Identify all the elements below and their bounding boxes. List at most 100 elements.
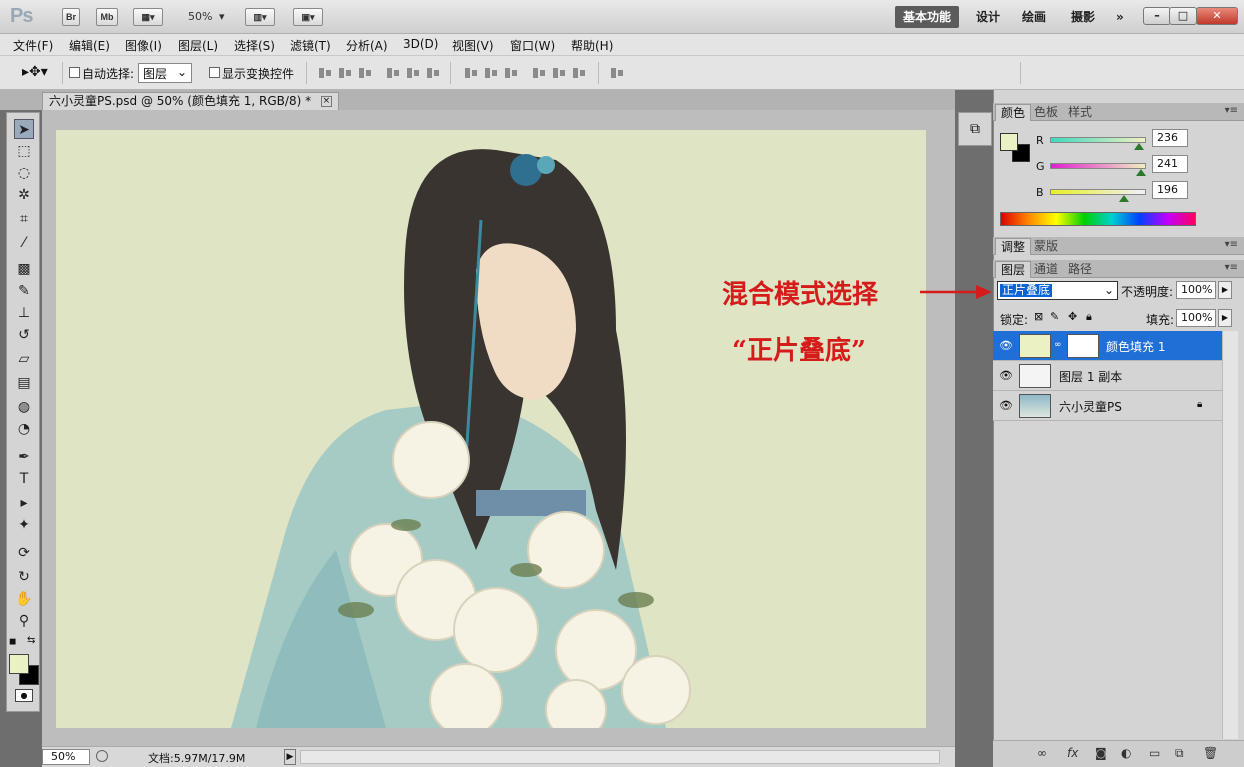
workspace-photography[interactable]: 摄影 — [1063, 6, 1103, 28]
zoom-tool-icon[interactable]: ⚲ — [14, 611, 34, 631]
panel-menu-icon[interactable]: ▾≡ — [1225, 239, 1238, 250]
status-menu-arrow-icon[interactable]: ▶ — [284, 749, 296, 765]
distribute-right-icon[interactable] — [572, 66, 586, 80]
channel-g-thumb[interactable] — [1135, 169, 1146, 176]
pen-tool-icon[interactable]: ✒ — [14, 447, 34, 467]
brush-tool-icon[interactable]: ✎ — [14, 281, 34, 301]
zoom-level-display[interactable]: 50% — [188, 10, 212, 23]
link-icon[interactable]: ∞ — [1054, 340, 1062, 350]
distribute-hcenter-icon[interactable] — [552, 66, 566, 80]
crop-tool-icon[interactable]: ⌗ — [14, 209, 34, 229]
history-brush-tool-icon[interactable]: ↺ — [14, 325, 34, 345]
tab-paths[interactable]: 路径 — [1063, 261, 1097, 278]
tab-adjustments[interactable]: 调整 — [995, 238, 1032, 255]
menu-filter[interactable]: 滤镜(T) — [290, 37, 331, 54]
tab-masks[interactable]: 蒙版 — [1029, 238, 1063, 255]
menu-view[interactable]: 视图(V) — [452, 37, 494, 54]
workspace-design[interactable]: 设计 — [968, 6, 1008, 28]
workspace-painting[interactable]: 绘画 — [1014, 6, 1054, 28]
auto-select-dropdown[interactable]: 图层 ⌄ — [138, 63, 192, 83]
menu-select[interactable]: 选择(S) — [234, 37, 275, 54]
move-tool-icon[interactable]: ➤ — [14, 119, 34, 139]
menu-file[interactable]: 文件(F) — [13, 37, 53, 54]
menu-3d[interactable]: 3D(D) — [403, 37, 438, 51]
fill-color-thumbnail[interactable] — [1019, 334, 1051, 358]
lock-transparent-icon[interactable]: ⊠ — [1034, 310, 1043, 323]
document-canvas-image[interactable] — [56, 130, 926, 728]
tab-layers[interactable]: 图层 — [995, 261, 1032, 278]
path-selection-tool-icon[interactable]: ▸ — [14, 493, 34, 513]
fill-field[interactable]: 100% — [1176, 309, 1216, 327]
quick-select-tool-icon[interactable]: ✲ — [14, 185, 34, 205]
menu-image[interactable]: 图像(I) — [125, 37, 162, 54]
status-zoom-field[interactable]: 50% — [42, 749, 90, 765]
blend-mode-dropdown[interactable]: 正片叠底 ⌄ — [997, 281, 1118, 300]
menu-edit[interactable]: 编辑(E) — [69, 37, 110, 54]
lock-position-icon[interactable]: ✥ — [1068, 310, 1077, 323]
adjustment-layer-icon[interactable]: ◐ — [1121, 746, 1131, 760]
channel-b-slider[interactable] — [1050, 189, 1146, 195]
arrange-documents-button[interactable]: ▥▾ — [245, 8, 275, 26]
menu-window[interactable]: 窗口(W) — [510, 37, 555, 54]
lock-all-icon[interactable]: 🔒︎ — [1086, 310, 1092, 324]
distribute-bottom-icon[interactable] — [504, 66, 518, 80]
foreground-color-swatch[interactable] — [9, 654, 29, 674]
mini-bridge-button[interactable]: Mb — [96, 8, 118, 26]
channel-r-value[interactable]: 236 — [1152, 129, 1188, 147]
menu-analysis[interactable]: 分析(A) — [346, 37, 388, 54]
channel-b-thumb[interactable] — [1118, 195, 1129, 202]
marquee-tool-icon[interactable]: ⬚ — [14, 141, 34, 161]
layer-mask-thumbnail[interactable] — [1067, 334, 1099, 358]
panel-menu-icon[interactable]: ▾≡ — [1225, 262, 1238, 273]
quick-mask-icon[interactable]: ● — [15, 689, 33, 702]
close-button[interactable]: ✕ — [1196, 7, 1238, 25]
eraser-tool-icon[interactable]: ▱ — [14, 349, 34, 369]
zoom-dropdown-icon[interactable]: ▾ — [219, 10, 225, 23]
channel-g-slider[interactable] — [1050, 163, 1146, 169]
3d-orbit-tool-icon[interactable]: ↻ — [14, 567, 34, 587]
auto-align-layers-icon[interactable] — [610, 66, 624, 80]
workspace-essentials[interactable]: 基本功能 — [895, 6, 960, 28]
add-mask-icon[interactable]: ◙ — [1095, 746, 1107, 760]
align-top-icon[interactable] — [318, 66, 332, 80]
distribute-vcenter-icon[interactable] — [484, 66, 498, 80]
align-right-icon[interactable] — [426, 66, 440, 80]
default-colors-icon[interactable]: ◼ — [9, 637, 16, 647]
hand-tool-icon[interactable]: ✋ — [14, 589, 34, 609]
layers-scrollbar[interactable] — [1222, 331, 1238, 739]
lock-pixels-icon[interactable]: ✎ — [1050, 310, 1059, 323]
dodge-tool-icon[interactable]: ◔ — [14, 419, 34, 439]
tab-styles[interactable]: 样式 — [1063, 104, 1097, 121]
eye-icon[interactable]: 👁︎ — [999, 369, 1013, 382]
eye-icon[interactable]: 👁︎ — [999, 339, 1013, 352]
eye-icon[interactable]: 👁︎ — [999, 399, 1013, 412]
panel-menu-icon[interactable]: ▾≡ — [1225, 105, 1238, 116]
auto-select-checkbox[interactable] — [69, 67, 80, 78]
align-bottom-icon[interactable] — [358, 66, 372, 80]
blur-tool-icon[interactable]: ◍ — [14, 397, 34, 417]
tab-channels[interactable]: 通道 — [1029, 261, 1063, 278]
opacity-slider-button[interactable]: ▶ — [1218, 281, 1232, 299]
maximize-button[interactable]: □ — [1169, 7, 1197, 25]
align-hcenter-icon[interactable] — [406, 66, 420, 80]
layer-row[interactable]: 👁︎ 图层 1 副本 — [993, 361, 1222, 391]
3d-rotate-tool-icon[interactable]: ⟳ — [14, 543, 34, 563]
more-workspaces-icon[interactable]: » — [1108, 6, 1132, 28]
type-tool-icon[interactable]: T — [14, 469, 34, 489]
history-panel-icon[interactable]: ⧉ — [958, 112, 992, 146]
eyedropper-tool-icon[interactable]: ⁄ — [14, 233, 34, 253]
align-vcenter-icon[interactable] — [338, 66, 352, 80]
new-group-icon[interactable]: ▭ — [1149, 746, 1160, 760]
screen-mode-button[interactable]: ▣▾ — [293, 8, 323, 26]
color-spectrum-bar[interactable] — [1000, 212, 1196, 226]
tab-swatches[interactable]: 色板 — [1029, 104, 1063, 121]
layer-row[interactable]: 👁︎ 六小灵童PS 🔒︎ — [993, 391, 1222, 421]
channel-r-thumb[interactable] — [1133, 143, 1144, 150]
layer-row[interactable]: 👁︎ ∞ 颜色填充 1 — [993, 331, 1222, 361]
channel-g-value[interactable]: 241 — [1152, 155, 1188, 173]
horizontal-scrollbar[interactable] — [300, 750, 940, 764]
swap-colors-icon[interactable]: ⇆ — [27, 635, 35, 646]
align-left-icon[interactable] — [386, 66, 400, 80]
distribute-left-icon[interactable] — [532, 66, 546, 80]
foreground-color-swatch[interactable] — [1000, 133, 1018, 151]
